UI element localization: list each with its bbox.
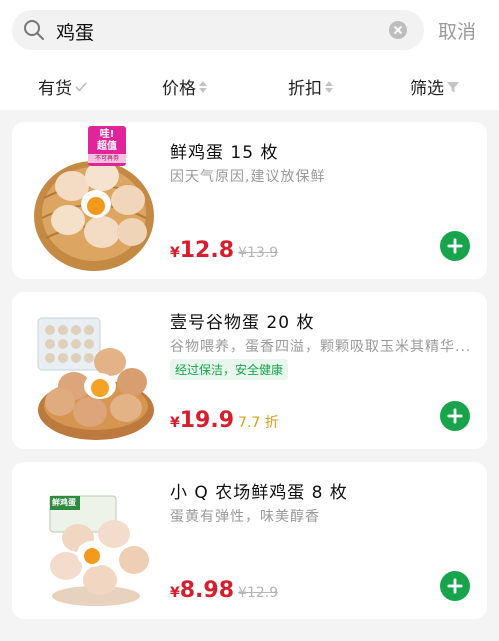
search-icon [24,20,44,40]
cancel-button[interactable]: 取消 [438,17,476,44]
product-title: 鲜鸡蛋 15 枚 [170,143,279,163]
add-to-cart-icon[interactable] [440,401,470,431]
search-query: 鸡蛋 [56,22,95,44]
product-tag: 经过保洁，安全健康 [170,359,289,380]
funnel-icon [447,81,459,92]
sort-arrows-icon [199,80,207,93]
product-price: 19.9 [179,408,235,433]
filter-label: 有货 [38,79,72,99]
currency-symbol: ¥ [170,585,180,601]
product-title: 壹号谷物蛋 20 枚 [170,313,315,333]
price-row: ¥19.9 7.7 折 [170,408,279,433]
product-price: 8.98 [179,578,235,603]
filter-in-stock[interactable]: 有货 [38,74,88,99]
product-description: 蛋黄有弹性，味美醇香 [170,509,320,525]
product-card[interactable]: 壹号谷物蛋 20 枚 谷物喂养，蛋香四溢，颗颗吸取玉米其精华... 经过保洁，安… [12,292,487,449]
search-input[interactable]: 鸡蛋 [12,10,424,50]
discount-label: 7.7 折 [238,415,279,431]
price-row: ¥12.8 ¥13.9 [170,238,278,263]
package-label: 鲜鸡蛋 [52,498,76,507]
original-price: ¥13.9 [238,245,279,261]
filter-label: 折扣 [288,79,322,99]
promo-badge: 哇! 超值 不可再劵 [88,126,126,166]
currency-symbol: ¥ [170,245,180,261]
product-description: 谷物喂养，蛋香四溢，颗颗吸取玉米其精华... [170,339,472,355]
filter-discount[interactable]: 折扣 [288,74,334,99]
product-image-farm-eggs [49,495,149,606]
price-row: ¥8.98 ¥12.9 [170,578,278,603]
currency-symbol: ¥ [170,415,180,431]
filter-label: 价格 [162,79,196,99]
badge-line: 超值 [97,141,117,152]
top-bar: 鸡蛋 取消 有货 价格 折扣 筛选 [0,0,499,110]
add-to-cart-icon[interactable] [440,231,470,261]
badge-subtext: 不可再劵 [88,154,126,163]
original-price: ¥12.9 [238,585,279,601]
clear-icon[interactable] [388,20,408,40]
add-to-cart-icon[interactable] [440,571,470,601]
filter-label: 筛选 [410,79,444,99]
check-icon [75,81,87,92]
filter-price[interactable]: 价格 [162,74,208,99]
product-price: 12.8 [179,238,235,263]
product-card[interactable]: 鲜鸡蛋 小 Q 农场鲜鸡蛋 8 枚 蛋黄有弹性，味美醇香 ¥8.98 ¥12.9 [12,462,487,619]
product-card[interactable]: 哇! 超值 不可再劵 鲜鸡蛋 15 枚 因天气原因,建议放保鲜 ¥12.8 ¥13… [12,122,487,279]
badge-line: 哇! [99,129,115,140]
product-description: 因天气原因,建议放保鲜 [170,169,326,185]
product-title: 小 Q 农场鲜鸡蛋 8 枚 [170,483,348,503]
sort-arrows-icon [325,80,333,93]
product-image-grain-eggs [37,317,154,440]
filter-screen[interactable]: 筛选 [410,74,460,99]
